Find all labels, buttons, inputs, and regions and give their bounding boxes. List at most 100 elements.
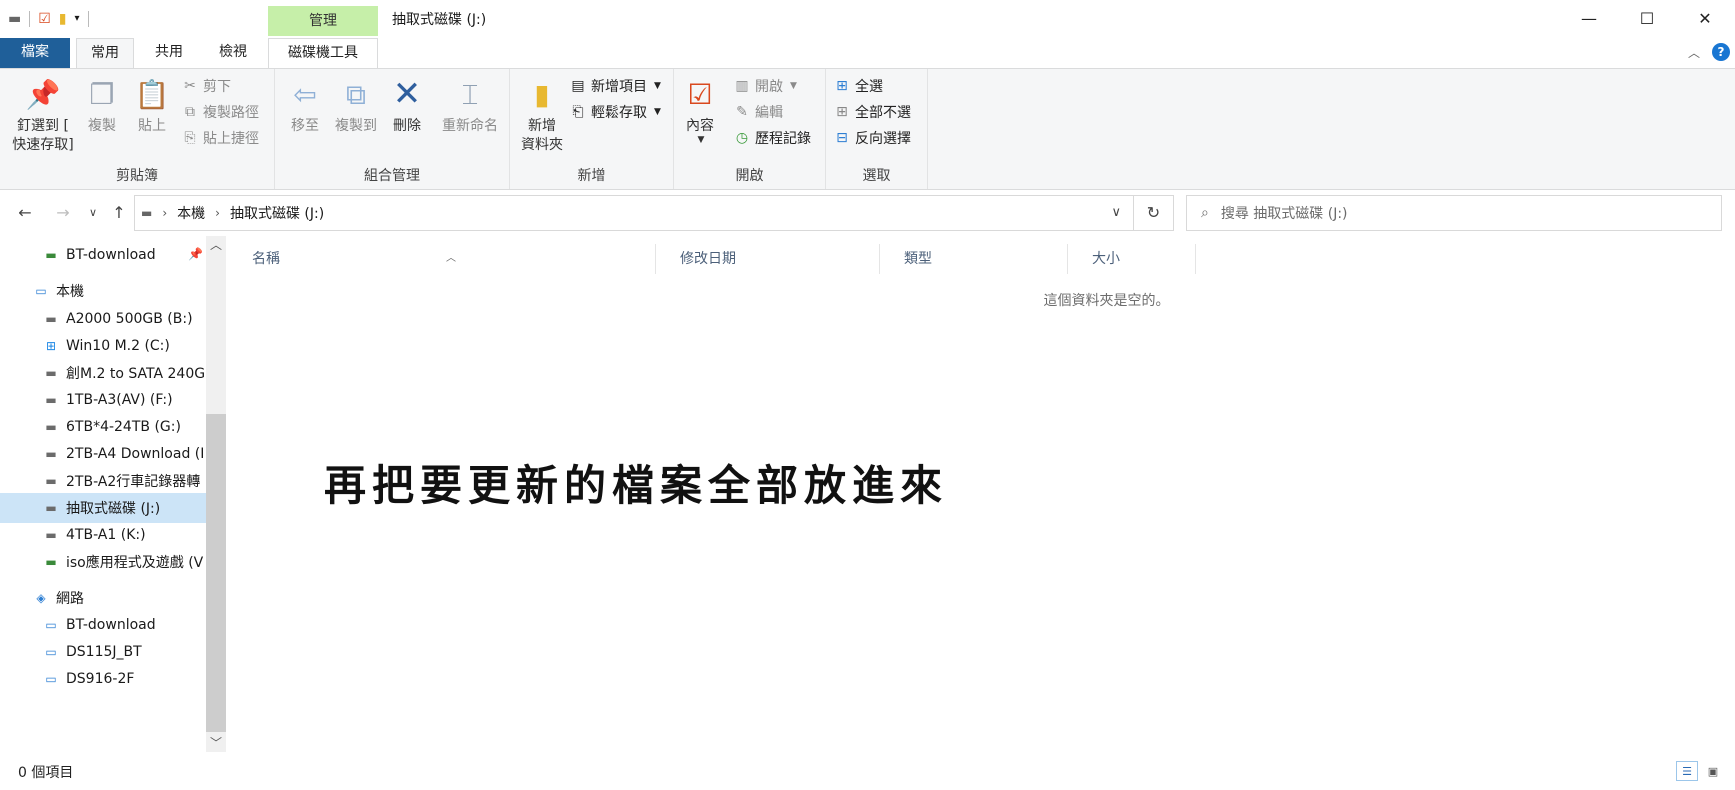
nav-item[interactable]: ▭ 本機 [0,276,206,306]
tab-drive-tools[interactable]: 磁碟機工具 [268,38,378,68]
nav-item[interactable]: ▬ iso應用程式及遊戲 (V [0,547,206,577]
folder-icon[interactable]: ▮ [59,9,67,29]
nav-scroll-thumb[interactable] [206,414,226,732]
nav-item[interactable]: ▬ 4TB-A1 (K:) [0,520,206,550]
search-icon: ⌕ [1201,205,1209,221]
cut-button[interactable]: ✂ 剪下 [182,75,231,97]
delete-label: 刪除 [393,118,421,134]
breadcrumb-separator-icon[interactable]: › [215,206,220,220]
properties-icon[interactable]: ☑ [38,9,51,29]
column-header-label: 修改日期 [680,251,736,267]
tab-share[interactable]: 共用 [140,38,198,68]
rename-button[interactable]: ⌶ 重新命名 [437,75,503,136]
nav-scrollbar[interactable]: ︿ ﹀ [206,236,226,752]
copy-path-icon: ⧉ [185,104,195,120]
help-icon: ? [1712,43,1730,61]
rename-label: 重新命名 [442,118,498,134]
properties-icon: ☑ [687,77,713,111]
customize-toolbar-icon[interactable]: ▾ [75,9,80,29]
status-bar: 0 個項目 ☰ ▣ [0,752,1735,790]
chevron-down-icon: ∨ [88,206,98,219]
nav-item[interactable]: ▭ DS115J_BT [0,637,206,667]
maximize-button[interactable]: ☐ [1618,0,1676,36]
nav-item[interactable]: ⊞ Win10 M.2 (C:) [0,331,206,361]
nav-item[interactable]: ▬ 2TB-A4 Download (I [0,439,206,469]
nav-item[interactable]: ▬ 創M.2 to SATA 240G [0,358,206,388]
nav-item[interactable]: ▬ BT-download [0,240,206,270]
nav-item-label: 網路 [56,591,84,607]
drive-icon: ▬ [45,420,57,434]
paste-shortcut-button[interactable]: ⎘ 貼上捷徑 [182,127,259,149]
scroll-down-icon[interactable]: ﹀ [206,734,226,752]
nav-item[interactable]: ◈ 網路 [0,583,206,613]
breadcrumb-item[interactable]: 本機 [177,203,205,223]
column-header-name[interactable]: 名稱 ︿ [228,244,656,274]
move-to-label: 移至 [291,118,319,134]
nav-item[interactable]: ▭ DS916-2F [0,664,206,694]
new-folder-button[interactable]: ▮ 新增 資料夾 [516,75,568,155]
copy-path-button[interactable]: ⧉ 複製路徑 [182,101,259,123]
select-none-button[interactable]: ⊞ 全部不選 [834,101,911,123]
quick-access-toolbar: ▬ ☑ ▮ ▾ [8,9,89,29]
forward-button[interactable]: → [52,202,74,224]
address-bar[interactable]: ▬ › 本機 › 抽取式磁碟 (J:) ∨ [134,195,1134,231]
column-header-size[interactable]: 大小 [1068,244,1196,274]
drive-icon: ▬ [8,11,22,27]
address-history-chevron-icon[interactable]: ∨ [1111,205,1121,220]
breadcrumb-separator-icon[interactable]: › [162,206,167,220]
pin-label-line1: 釘選到 [ [17,118,69,134]
nav-item[interactable]: ▬ 6TB*4-24TB (G:) [0,412,206,442]
column-header-type[interactable]: 類型 [880,244,1068,274]
copy-to-label: 複製到 [335,118,377,134]
back-button[interactable]: ← [14,202,36,224]
breadcrumb-item[interactable]: 抽取式磁碟 (J:) [230,203,324,223]
details-view-button[interactable]: ☰ [1676,761,1698,781]
copy-button[interactable]: ❐ 複製 [82,75,122,136]
tab-file[interactable]: 檔案 [0,38,70,68]
nav-item[interactable]: ▬ A2000 500GB (B:) [0,304,206,334]
tab-home[interactable]: 常用 [76,38,134,68]
pin-quick-access-button[interactable]: 📌 釘選到 [ 快速存取] [8,75,78,155]
organize-group: ⇦ 移至 ⧉ 複製到 ✕ 刪除 ⌶ 重新命名 組合管理 [275,69,510,189]
collapse-ribbon-button[interactable]: ︿ [1688,42,1700,62]
move-to-button[interactable]: ⇦ 移至 [285,75,325,136]
select-none-icon: ⊞ [836,104,848,120]
column-header-date[interactable]: 修改日期 [656,244,880,274]
invert-selection-label: 反向選擇 [855,131,911,147]
new-folder-label-line1: 新增 [528,118,556,134]
copy-to-button[interactable]: ⧉ 複製到 [331,75,381,136]
recent-locations-button[interactable]: ∨ [82,202,104,224]
history-button[interactable]: ◷ 歷程記錄 [734,127,811,149]
pin-label-line2: 快速存取] [12,137,74,153]
easy-access-button[interactable]: ⎗ 輕鬆存取 ▼ [570,101,661,123]
nav-item[interactable]: ▬ 抽取式磁碟 (J:) [0,493,206,523]
nav-item[interactable]: ▬ 2TB-A2行車記錄器轉 [0,466,206,496]
manage-context-tab[interactable]: 管理 [268,6,378,36]
large-icons-view-button[interactable]: ▣ [1702,761,1724,781]
search-input[interactable]: ⌕ 搜尋 抽取式磁碟 (J:) [1186,195,1722,231]
edit-button[interactable]: ✎ 編輯 [734,101,783,123]
nav-item[interactable]: ▭ BT-download [0,610,206,640]
select-all-icon: ⊞ [836,78,848,94]
refresh-button[interactable]: ↻ [1134,195,1174,231]
chevron-up-icon: ︿ [1688,45,1701,60]
properties-button[interactable]: ☑ 內容 ▼ [680,75,720,145]
navigation-bar: ← → ∨ ↑ ▬ › 本機 › 抽取式磁碟 (J:) ∨ ↻ ⌕ 搜尋 抽取式… [0,190,1735,236]
open-button[interactable]: ▥ 開啟 ▼ [734,75,797,97]
copy-path-label: 複製路徑 [203,105,259,121]
nav-item[interactable]: ▬ 1TB-A3(AV) (F:) [0,385,206,415]
new-item-button[interactable]: ▤ 新增項目 ▼ [570,75,661,97]
scroll-up-icon[interactable]: ︿ [206,236,226,254]
help-button[interactable]: ? [1712,42,1730,62]
delete-button[interactable]: ✕ 刪除 [387,75,427,136]
paste-shortcut-icon: ⎘ [184,130,196,146]
minimize-button[interactable]: — [1560,0,1618,36]
up-button[interactable]: ↑ [108,202,130,224]
nav-item-label: Win10 M.2 (C:) [66,338,170,354]
nav-item-label: 1TB-A3(AV) (F:) [66,392,173,408]
paste-button[interactable]: 📋 貼上 [132,75,172,136]
tab-view[interactable]: 檢視 [204,38,262,68]
invert-selection-button[interactable]: ⊟ 反向選擇 [834,127,911,149]
select-all-button[interactable]: ⊞ 全選 [834,75,883,97]
close-button[interactable]: ✕ [1676,0,1734,36]
